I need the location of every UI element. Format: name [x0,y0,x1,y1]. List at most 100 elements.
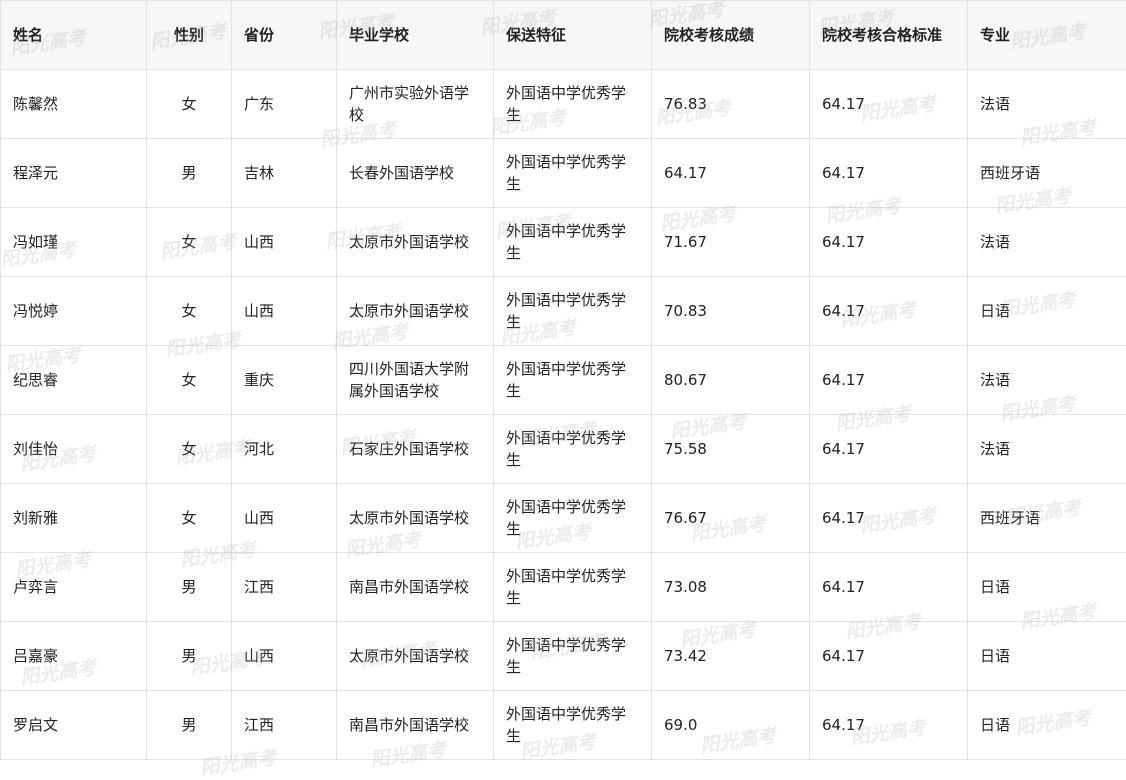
cell-name: 冯悦婷 [1,277,147,346]
cell-gender: 女 [147,277,232,346]
cell-gender: 男 [147,691,232,760]
cell-name: 陈馨然 [1,70,147,139]
cell-school: 石家庄外国语学校 [337,415,494,484]
cell-major: 日语 [968,691,1126,760]
table-row: 罗启文男江西南昌市外国语学校外国语中学优秀学生69.064.17日语 [1,691,1126,760]
cell-name: 卢弈言 [1,553,147,622]
header-passing-standard: 院校考核合格标准 [810,1,968,70]
cell-assessment-score: 76.67 [652,484,810,553]
cell-passing-standard: 64.17 [810,691,968,760]
cell-assessment-score: 75.58 [652,415,810,484]
table-row: 刘佳怡女河北石家庄外国语学校外国语中学优秀学生75.5864.17法语 [1,415,1126,484]
cell-gender: 男 [147,553,232,622]
cell-major: 西班牙语 [968,139,1126,208]
header-assessment-score: 院校考核成绩 [652,1,810,70]
admission-results-table: 姓名 性别 省份 毕业学校 保送特征 院校考核成绩 院校考核合格标准 专业 陈馨… [0,0,1126,760]
cell-province: 山西 [232,484,337,553]
cell-recommendation-type: 外国语中学优秀学生 [494,346,652,415]
cell-name: 冯如瑾 [1,208,147,277]
table-row: 刘新雅女山西太原市外国语学校外国语中学优秀学生76.6764.17西班牙语 [1,484,1126,553]
cell-school: 四川外国语大学附属外国语学校 [337,346,494,415]
cell-recommendation-type: 外国语中学优秀学生 [494,553,652,622]
cell-major: 法语 [968,208,1126,277]
header-recommendation-type: 保送特征 [494,1,652,70]
cell-gender: 男 [147,139,232,208]
cell-province: 广东 [232,70,337,139]
cell-school: 南昌市外国语学校 [337,553,494,622]
cell-gender: 女 [147,484,232,553]
cell-school: 太原市外国语学校 [337,622,494,691]
table-row: 吕嘉豪男山西太原市外国语学校外国语中学优秀学生73.4264.17日语 [1,622,1126,691]
cell-province: 江西 [232,553,337,622]
table-row: 卢弈言男江西南昌市外国语学校外国语中学优秀学生73.0864.17日语 [1,553,1126,622]
header-gender: 性别 [147,1,232,70]
cell-school: 广州市实验外语学校 [337,70,494,139]
cell-assessment-score: 70.83 [652,277,810,346]
header-name: 姓名 [1,1,147,70]
cell-major: 日语 [968,553,1126,622]
cell-assessment-score: 80.67 [652,346,810,415]
cell-major: 法语 [968,415,1126,484]
cell-province: 重庆 [232,346,337,415]
cell-passing-standard: 64.17 [810,622,968,691]
cell-gender: 女 [147,346,232,415]
table-row: 陈馨然女广东广州市实验外语学校外国语中学优秀学生76.8364.17法语 [1,70,1126,139]
cell-school: 长春外国语学校 [337,139,494,208]
table-row: 冯悦婷女山西太原市外国语学校外国语中学优秀学生70.8364.17日语 [1,277,1126,346]
cell-recommendation-type: 外国语中学优秀学生 [494,691,652,760]
cell-recommendation-type: 外国语中学优秀学生 [494,139,652,208]
cell-passing-standard: 64.17 [810,346,968,415]
cell-school: 太原市外国语学校 [337,208,494,277]
cell-passing-standard: 64.17 [810,484,968,553]
cell-assessment-score: 64.17 [652,139,810,208]
header-major: 专业 [968,1,1126,70]
cell-passing-standard: 64.17 [810,415,968,484]
cell-name: 刘佳怡 [1,415,147,484]
cell-major: 法语 [968,346,1126,415]
table-header-row: 姓名 性别 省份 毕业学校 保送特征 院校考核成绩 院校考核合格标准 专业 [1,1,1126,70]
cell-name: 程泽元 [1,139,147,208]
cell-major: 日语 [968,277,1126,346]
cell-school: 太原市外国语学校 [337,484,494,553]
cell-province: 山西 [232,277,337,346]
cell-assessment-score: 73.42 [652,622,810,691]
cell-passing-standard: 64.17 [810,553,968,622]
cell-name: 罗启文 [1,691,147,760]
cell-province: 山西 [232,622,337,691]
cell-major: 日语 [968,622,1126,691]
cell-gender: 女 [147,415,232,484]
cell-province: 江西 [232,691,337,760]
cell-gender: 女 [147,70,232,139]
cell-recommendation-type: 外国语中学优秀学生 [494,70,652,139]
cell-school: 南昌市外国语学校 [337,691,494,760]
cell-passing-standard: 64.17 [810,208,968,277]
cell-passing-standard: 64.17 [810,70,968,139]
header-school: 毕业学校 [337,1,494,70]
cell-name: 刘新雅 [1,484,147,553]
cell-province: 河北 [232,415,337,484]
cell-passing-standard: 64.17 [810,277,968,346]
cell-school: 太原市外国语学校 [337,277,494,346]
cell-assessment-score: 73.08 [652,553,810,622]
cell-recommendation-type: 外国语中学优秀学生 [494,622,652,691]
cell-recommendation-type: 外国语中学优秀学生 [494,484,652,553]
table-row: 冯如瑾女山西太原市外国语学校外国语中学优秀学生71.6764.17法语 [1,208,1126,277]
cell-passing-standard: 64.17 [810,139,968,208]
cell-assessment-score: 71.67 [652,208,810,277]
cell-recommendation-type: 外国语中学优秀学生 [494,277,652,346]
table-body: 陈馨然女广东广州市实验外语学校外国语中学优秀学生76.8364.17法语程泽元男… [1,70,1126,760]
table-row: 纪思睿女重庆四川外国语大学附属外国语学校外国语中学优秀学生80.6764.17法… [1,346,1126,415]
cell-province: 吉林 [232,139,337,208]
cell-name: 纪思睿 [1,346,147,415]
table-row: 程泽元男吉林长春外国语学校外国语中学优秀学生64.1764.17西班牙语 [1,139,1126,208]
cell-assessment-score: 76.83 [652,70,810,139]
cell-major: 法语 [968,70,1126,139]
cell-name: 吕嘉豪 [1,622,147,691]
cell-recommendation-type: 外国语中学优秀学生 [494,208,652,277]
cell-province: 山西 [232,208,337,277]
cell-gender: 男 [147,622,232,691]
cell-gender: 女 [147,208,232,277]
header-province: 省份 [232,1,337,70]
cell-major: 西班牙语 [968,484,1126,553]
cell-recommendation-type: 外国语中学优秀学生 [494,415,652,484]
